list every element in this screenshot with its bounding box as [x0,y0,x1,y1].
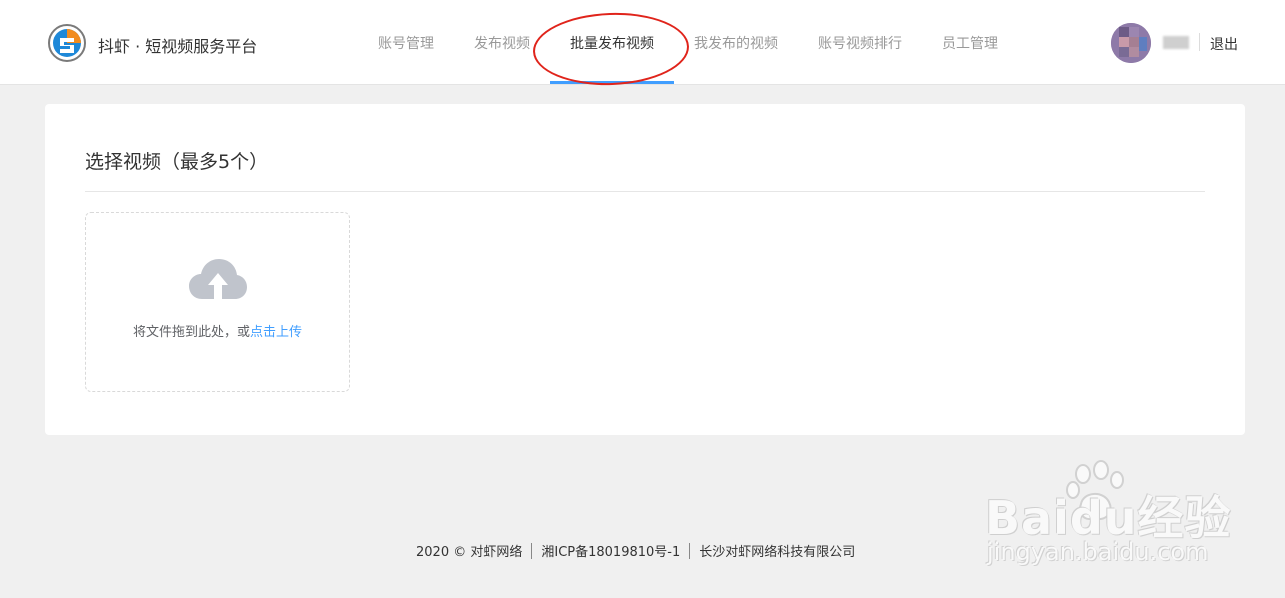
header-divider [1199,33,1200,51]
upload-hint-text: 将文件拖到此处，或 [132,325,250,340]
footer-divider [531,542,533,559]
baidu-watermark: Baidu经验 jingyan.baidu.com [985,460,1231,574]
tab-staff-management[interactable]: 员工管理 [942,33,998,53]
tab-account-video-ranking[interactable]: 账号视频排行 [818,33,902,53]
brand-title: 抖虾 · 短视频服务平台 [98,37,258,56]
logo-icon[interactable] [48,24,86,62]
footer-copyright: 2020 © 对虾网络 [416,545,523,560]
logout-link[interactable]: 退出 [1210,34,1238,54]
click-upload-link[interactable]: 点击上传 [250,325,302,340]
footer-company: 长沙对虾网络科技有限公司 [699,545,856,560]
cloud-upload-icon [189,259,247,299]
tab-account-management[interactable]: 账号管理 [378,33,434,53]
footer-icp-link[interactable]: 湘ICP备18019810号-1 [541,541,680,560]
top-header: 抖虾 · 短视频服务平台 账号管理 发布视频 批量发布视频 我发布的视频 账号视… [0,0,1285,88]
footer: 2020 © 对虾网络 湘ICP备18019810号-1 长沙对虾网络科技有限公司 [416,541,855,560]
card-divider [85,191,1205,192]
upload-hint: 将文件拖到此处，或点击上传 [86,321,349,340]
upload-card: 选择视频（最多5个） 将文件拖到此处，或点击上传 [45,104,1245,435]
footer-divider [689,542,691,559]
username-redacted [1163,36,1189,49]
upload-dropzone[interactable]: 将文件拖到此处，或点击上传 [85,212,350,392]
avatar[interactable] [1111,23,1151,63]
tab-publish-video[interactable]: 发布视频 [474,33,530,53]
card-title: 选择视频（最多5个） [85,151,269,173]
watermark-url: jingyan.baidu.com [987,538,1209,566]
tab-my-published-videos[interactable]: 我发布的视频 [694,33,778,53]
